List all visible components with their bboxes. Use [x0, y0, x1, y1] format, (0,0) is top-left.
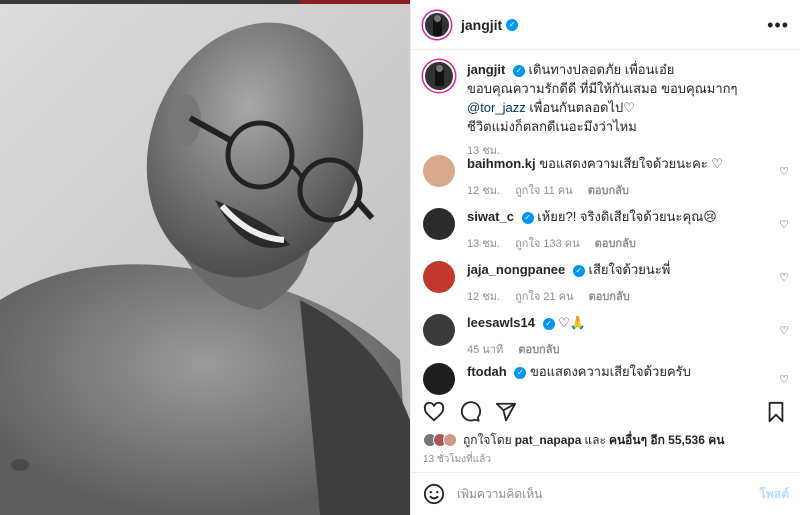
commenter-username[interactable]: ftodah: [467, 364, 507, 379]
comment-time: 12 ชม.: [467, 291, 501, 303]
comment-input[interactable]: [457, 487, 760, 501]
comment-item: baihmon.kj ขอแสดงความเสียใจด้วยนะคะ ♡ 12…: [411, 155, 800, 199]
comment-like-heart-icon[interactable]: ♡: [779, 324, 789, 337]
reply-button[interactable]: ตอบกลับ: [518, 344, 559, 356]
post-photo: [0, 0, 410, 515]
verified-badge-icon: ✓: [521, 211, 534, 224]
verified-badge-icon: ✓: [514, 366, 527, 379]
caption-username[interactable]: jangjit: [467, 62, 505, 77]
commenter-avatar[interactable]: [423, 208, 455, 240]
caption-line-3: เพื่อนกันตลอดไป♡: [525, 100, 635, 115]
reply-button[interactable]: ตอบกลับ: [589, 291, 630, 303]
commenter-avatar[interactable]: [423, 261, 455, 293]
comment-item: leesawls14 ✓ ♡🙏 45 นาที ตอบกลับ ♡: [411, 314, 800, 358]
heart-icon[interactable]: [423, 401, 447, 425]
comment-like-heart-icon[interactable]: ♡: [779, 218, 789, 231]
comment-text: เสียใจด้วยนะพี่: [588, 262, 671, 277]
post-detail-panel: jangjit ✓ ••• jangjit ✓ เดินทางปลอดภัย เ…: [410, 0, 800, 515]
caption-avatar[interactable]: [423, 60, 455, 92]
portrait-image: [0, 22, 410, 515]
caption-line-4: ชีวิตแม่งก็ตลกดีเนอะมึงว่าไหม: [467, 119, 637, 134]
share-icon[interactable]: [495, 401, 519, 425]
likes-prefix: ถูกใจโดย: [463, 432, 512, 447]
emoji-icon[interactable]: [423, 483, 445, 505]
comment-likes[interactable]: ถูกใจ 11 คน: [515, 185, 573, 197]
comment-time: 45 นาที: [467, 344, 504, 356]
likes-user[interactable]: pat_napapa: [515, 433, 582, 447]
post-comment-button[interactable]: โพสต์: [760, 485, 789, 504]
commenter-username[interactable]: siwat_c: [467, 209, 514, 224]
comment-time: 13 ชม.: [467, 238, 501, 250]
verified-badge-icon: ✓: [542, 317, 555, 330]
comment-item: siwat_c ✓ เห้ยย?! จริงดิเสียใจด้วยนะคุณ😢…: [411, 208, 800, 252]
verified-badge-icon: ✓: [512, 64, 525, 77]
caption-line-1: เดินทางปลอดภัย เพื่อนเอ๋ย: [528, 62, 675, 77]
post-header: jangjit ✓ •••: [411, 0, 800, 50]
author-avatar[interactable]: [423, 10, 451, 39]
comments-list[interactable]: jangjit ✓ เดินทางปลอดภัย เพื่อนเอ๋ย ขอบค…: [411, 50, 800, 395]
comment-likes[interactable]: ถูกใจ 21 คน: [515, 291, 573, 303]
comment-item: jaja_nongpanee ✓ เสียใจด้วยนะพี่ 12 ชม. …: [411, 261, 800, 305]
comment-text: ขอแสดงความเสียใจด้วยนะคะ ♡: [539, 156, 724, 171]
author-username[interactable]: jangjit: [461, 17, 502, 33]
reply-button[interactable]: ตอบกลับ: [595, 238, 636, 250]
liker-avatars: [423, 433, 457, 447]
commenter-avatar[interactable]: [423, 155, 455, 187]
verified-badge-icon: ✓: [506, 18, 519, 31]
caption-mention[interactable]: @tor_jazz: [467, 100, 526, 115]
add-comment-bar: โพสต์: [411, 472, 800, 515]
comment-text: เห้ยย?! จริงดิเสียใจด้วยนะคุณ😢: [537, 209, 717, 224]
commenter-username[interactable]: leesawls14: [467, 315, 535, 330]
commenter-avatar[interactable]: [423, 363, 455, 395]
caption-line-2: ขอบคุณความรักดีดี ที่มีให้กันเสมอ ขอบคุณ…: [467, 81, 738, 96]
commenter-username[interactable]: jaja_nongpanee: [467, 262, 565, 277]
verified-badge-icon: ✓: [572, 264, 585, 277]
comment-likes[interactable]: ถูกใจ 133 คน: [515, 238, 579, 250]
comment-text: ขอแสดงความเสียใจด้วยครับ: [529, 364, 691, 379]
likes-others[interactable]: คนอื่นๆ อีก 55,536 คน: [609, 431, 725, 450]
bookmark-icon[interactable]: [765, 401, 789, 425]
likes-summary: ถูกใจโดย pat_napapa และ คนอื่นๆ อีก 55,5…: [423, 431, 727, 449]
comment-text: ♡🙏: [558, 315, 587, 330]
commenter-username[interactable]: baihmon.kj: [467, 156, 536, 171]
comment-like-heart-icon[interactable]: ♡: [779, 165, 789, 178]
post-timestamp[interactable]: 13 ชั่วโมงที่แล้ว: [423, 452, 491, 467]
comment-like-heart-icon[interactable]: ♡: [779, 271, 789, 284]
more-options-icon[interactable]: •••: [767, 16, 789, 34]
comment-icon[interactable]: [459, 401, 483, 425]
post-actions-bar: [411, 395, 800, 431]
comment-time: 12 ชม.: [467, 185, 501, 197]
likes-middle: และ: [584, 432, 606, 447]
caption: jangjit ✓ เดินทางปลอดภัย เพื่อนเอ๋ย ขอบค…: [411, 50, 800, 161]
reply-button[interactable]: ตอบกลับ: [588, 185, 629, 197]
comment-item: ftodah ✓ ขอแสดงความเสียใจด้วยครับ ♡: [411, 363, 800, 395]
commenter-avatar[interactable]: [423, 314, 455, 346]
comment-like-heart-icon[interactable]: ♡: [779, 373, 789, 386]
